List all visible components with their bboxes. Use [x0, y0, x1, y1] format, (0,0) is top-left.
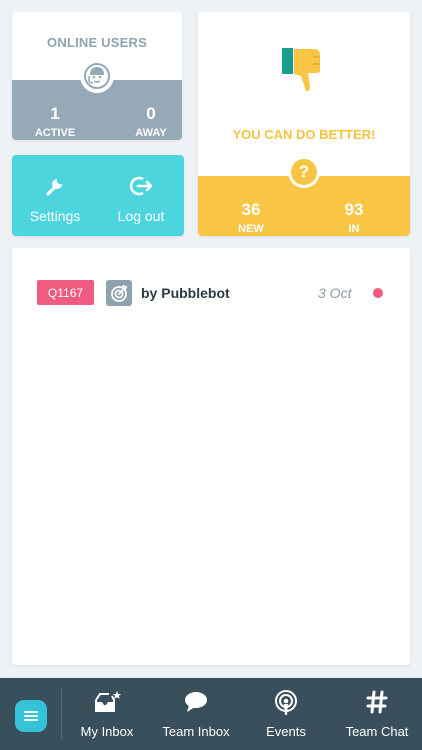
- feedback-message: YOU CAN DO BETTER!: [232, 127, 376, 142]
- wrench-icon: [12, 175, 98, 197]
- active-count: 1: [50, 104, 60, 123]
- new-tickets-stat: 36 NEW: [234, 200, 268, 235]
- ticket-date: 3 Oct: [318, 285, 352, 301]
- new-label: NEW: [238, 223, 264, 235]
- online-users-title: ONLINE USERS: [47, 35, 147, 50]
- broadcast-icon: [253, 690, 319, 716]
- away-count: 0: [146, 104, 156, 123]
- tab-divider: [61, 688, 62, 740]
- ticket-list: Q1167 by Pubblebot 3 Oct: [12, 248, 410, 665]
- new-count: 36: [241, 200, 261, 219]
- active-label: ACTIVE: [34, 127, 76, 139]
- away-users-stat: 0 AWAY: [126, 104, 176, 139]
- tab-my-inbox-label: My Inbox: [80, 724, 134, 739]
- logout-button[interactable]: Log out: [98, 155, 184, 236]
- in-progress-count: 93: [344, 200, 364, 219]
- tab-team-inbox[interactable]: Team Inbox: [158, 678, 234, 750]
- logout-icon: [98, 175, 184, 197]
- chat-bubble-icon: [158, 690, 234, 714]
- settings-button[interactable]: Settings: [12, 155, 98, 236]
- agent-avatar-icon: [80, 59, 114, 93]
- feedback-card[interactable]: YOU CAN DO BETTER! ? 36 NEW 93 IN PROGRE…: [198, 12, 410, 236]
- target-icon: [106, 280, 132, 306]
- unread-dot: [373, 288, 383, 298]
- online-users-card[interactable]: ONLINE USERS 1 ACTIVE 0 AWAY: [12, 12, 182, 140]
- ticket-author: by Pubblebot: [141, 285, 230, 301]
- hashtag-icon: [340, 690, 414, 714]
- tab-team-chat[interactable]: Team Chat: [340, 678, 414, 750]
- ticket-row[interactable]: Q1167 by Pubblebot 3 Oct: [12, 278, 410, 308]
- menu-button[interactable]: [15, 700, 47, 732]
- bottom-tab-bar: My Inbox Team Inbox Events Team Chat: [0, 678, 422, 750]
- tab-team-chat-label: Team Chat: [345, 724, 409, 739]
- ticket-id-badge: Q1167: [37, 280, 94, 305]
- app-screen: ONLINE USERS 1 ACTIVE 0 AWAY Settings Lo…: [0, 0, 422, 750]
- hamburger-icon: [24, 711, 38, 721]
- settings-label: Settings: [29, 208, 81, 224]
- question-icon: ?: [288, 156, 320, 188]
- tab-events[interactable]: Events: [253, 678, 319, 750]
- in-progress-label: IN PROGRESS: [323, 223, 385, 236]
- thumbs-down-icon: [280, 46, 326, 101]
- tab-my-inbox[interactable]: My Inbox: [72, 678, 142, 750]
- active-users-stat: 1 ACTIVE: [30, 104, 80, 139]
- tab-team-inbox-label: Team Inbox: [162, 724, 230, 739]
- tab-events-label: Events: [266, 724, 306, 739]
- logout-label: Log out: [117, 208, 165, 224]
- inbox-star-icon: [72, 690, 142, 716]
- question-mark: ?: [291, 159, 317, 185]
- actions-card: Settings Log out: [12, 155, 184, 236]
- in-progress-stat: 93 IN PROGRESS: [318, 200, 390, 236]
- away-label: AWAY: [135, 127, 167, 139]
